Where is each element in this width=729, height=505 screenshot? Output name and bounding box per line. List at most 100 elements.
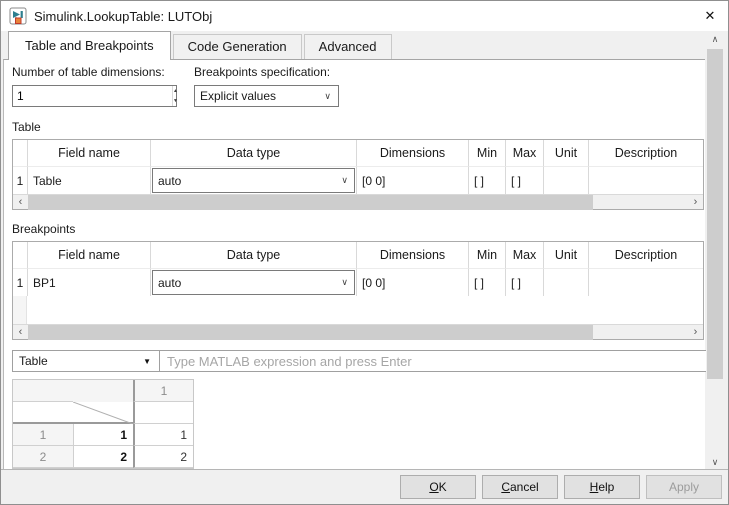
header-min: Min <box>468 140 505 167</box>
row-number: 1 <box>13 167 27 194</box>
min-cell[interactable]: [ ] <box>468 167 505 194</box>
tab-code-generation[interactable]: Code Generation <box>173 34 302 59</box>
matlab-expression-input[interactable] <box>160 351 706 371</box>
breakpoints-spec-value: Explicit values <box>200 89 276 103</box>
header-dimensions: Dimensions <box>356 140 468 167</box>
header-dimensions: Dimensions <box>356 242 468 269</box>
table-field-table: Field name Data type Dimensions Min Max … <box>12 139 704 210</box>
scrollbar-thumb[interactable] <box>28 195 593 210</box>
scrollbar-thumb[interactable] <box>28 325 593 340</box>
field-name-cell[interactable]: BP1 <box>27 269 150 296</box>
header-row-number <box>13 140 27 167</box>
spinner-down-icon[interactable]: ▼ <box>173 96 178 106</box>
description-cell[interactable] <box>588 167 703 194</box>
help-button[interactable]: Help <box>564 475 640 499</box>
data-type-value: auto <box>158 276 181 290</box>
scroll-left-icon[interactable]: ‹ <box>13 326 28 339</box>
header-field-name: Field name <box>27 140 150 167</box>
header-unit: Unit <box>543 140 588 167</box>
scroll-right-icon[interactable]: › <box>688 326 703 339</box>
table-value-cell[interactable]: 2 <box>133 446 193 468</box>
header-min: Min <box>468 242 505 269</box>
target-field-selector[interactable]: Table ▼ <box>13 351 160 371</box>
scroll-right-icon[interactable]: › <box>688 196 703 209</box>
tab-table-and-breakpoints[interactable]: Table and Breakpoints <box>8 31 171 60</box>
scroll-up-icon[interactable]: ∧ <box>706 31 724 48</box>
scrollbar-thumb[interactable] <box>707 49 723 379</box>
dimensions-spinner[interactable]: ▲ ▼ <box>12 85 177 107</box>
data-type-cell: auto ∨ <box>150 167 356 194</box>
dimensions-cell[interactable]: [0 0] <box>356 269 468 296</box>
apply-button[interactable]: Apply <box>646 475 722 499</box>
dropdown-triangle-icon: ▼ <box>143 357 159 366</box>
table-row: 1 Table auto ∨ [0 0] [ ] [ ] <box>13 167 703 194</box>
grid-header-row-2 <box>13 402 193 424</box>
dimensions-input[interactable] <box>13 86 172 106</box>
breakpoints-field-table: Field name Data type Dimensions Min Max … <box>12 241 704 340</box>
unit-cell[interactable] <box>543 167 588 194</box>
simulink-lookuptable-dialog: Simulink.LookupTable: LUTObj ✕ Table and… <box>0 0 729 505</box>
breakpoints-spec-dropdown[interactable]: Explicit values ∨ <box>194 85 339 107</box>
max-cell[interactable]: [ ] <box>505 167 543 194</box>
table-section-title: Table <box>12 120 41 134</box>
data-type-dropdown[interactable]: auto ∨ <box>152 168 355 193</box>
chevron-down-icon: ∨ <box>324 91 338 102</box>
breakpoint-value-cell[interactable]: 2 <box>73 446 133 468</box>
grid-corner-cell <box>13 402 73 424</box>
table-header-row: Field name Data type Dimensions Min Max … <box>13 140 703 167</box>
breakpoints-header-row: Field name Data type Dimensions Min Max … <box>13 242 703 269</box>
button-bar: OK Cancel Help Apply <box>1 469 728 504</box>
grid-data-row: 1 1 1 <box>13 424 193 446</box>
description-cell[interactable] <box>588 269 703 296</box>
close-icon[interactable]: ✕ <box>692 1 728 31</box>
chevron-down-icon: ∨ <box>341 175 354 186</box>
unit-cell[interactable] <box>543 269 588 296</box>
grid-data-row: 2 2 2 <box>13 446 193 468</box>
ok-button[interactable]: OK <box>400 475 476 499</box>
vertical-scrollbar[interactable]: ∧ ∨ <box>706 31 724 471</box>
grid-header-row-1: 1 <box>13 380 193 402</box>
table-horizontal-scrollbar[interactable]: ‹ › <box>13 194 703 209</box>
row-number-gutter <box>13 296 27 324</box>
breakpoint-value-cell[interactable]: 1 <box>73 424 133 446</box>
grid-body: 1 1 1 2 2 2 <box>13 424 193 468</box>
header-description: Description <box>588 140 703 167</box>
field-name-cell[interactable]: Table <box>27 167 150 194</box>
expression-bar: Table ▼ <box>12 350 707 372</box>
breakpoints-horizontal-scrollbar[interactable]: ‹ › <box>13 324 703 339</box>
data-type-cell: auto ∨ <box>150 269 356 296</box>
data-type-value: auto <box>158 174 181 188</box>
header-data-type: Data type <box>150 242 356 269</box>
header-description: Description <box>588 242 703 269</box>
scroll-left-icon[interactable]: ‹ <box>13 196 28 209</box>
header-data-type: Data type <box>150 140 356 167</box>
grid-column-header: 1 <box>133 380 193 402</box>
header-max: Max <box>505 242 543 269</box>
breakpoints-spec-label: Breakpoints specification: <box>194 65 330 79</box>
chevron-down-icon: ∨ <box>341 277 354 288</box>
grid-corner-cell <box>13 380 73 402</box>
data-type-dropdown[interactable]: auto ∨ <box>152 270 355 295</box>
empty-rows-area <box>13 296 703 324</box>
grid-row-header: 1 <box>13 424 73 446</box>
grid-diagonal-cell <box>73 402 133 424</box>
title-bar: Simulink.LookupTable: LUTObj ✕ <box>1 1 728 31</box>
table-value-cell[interactable]: 1 <box>133 424 193 446</box>
max-cell[interactable]: [ ] <box>505 269 543 296</box>
tab-advanced[interactable]: Advanced <box>304 34 392 59</box>
value-grid: 1 1 1 1 2 2 2 <box>12 379 194 469</box>
window-title: Simulink.LookupTable: LUTObj <box>34 9 212 24</box>
diagonal-divider <box>73 402 133 424</box>
breakpoints-section-title: Breakpoints <box>12 222 75 236</box>
header-row-number <box>13 242 27 269</box>
spinner-buttons: ▲ ▼ <box>172 86 178 106</box>
row-number: 1 <box>13 269 27 296</box>
tab-bar: Table and Breakpoints Code Generation Ad… <box>1 31 704 59</box>
spinner-up-icon[interactable]: ▲ <box>173 86 178 96</box>
cancel-button[interactable]: Cancel <box>482 475 558 499</box>
header-field-name: Field name <box>27 242 150 269</box>
min-cell[interactable]: [ ] <box>468 269 505 296</box>
breakpoints-row: 1 BP1 auto ∨ [0 0] [ ] [ ] <box>13 269 703 296</box>
dimensions-cell[interactable]: [0 0] <box>356 167 468 194</box>
simulink-object-icon <box>9 7 27 25</box>
